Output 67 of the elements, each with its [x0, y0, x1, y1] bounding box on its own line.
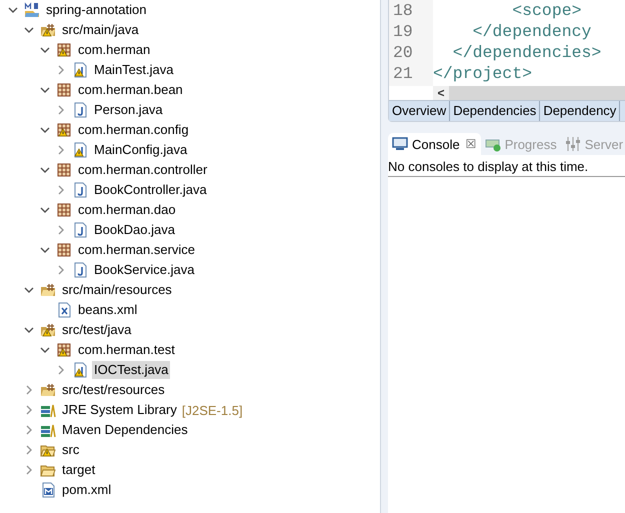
- collapse-chevron-icon[interactable]: [24, 325, 34, 335]
- expand-chevron-icon[interactable]: [24, 465, 34, 475]
- expand-chevron-icon[interactable]: [56, 65, 66, 75]
- console-message: No consoles to display at this time.: [388, 155, 625, 177]
- tree-item[interactable]: BookService.java: [92, 261, 196, 279]
- expand-chevron-icon[interactable]: [56, 105, 66, 115]
- expand-chevron-icon[interactable]: [56, 225, 66, 235]
- expand-chevron-icon[interactable]: [24, 405, 34, 415]
- tree-item[interactable]: src/main/java: [60, 21, 141, 39]
- tree-item[interactable]: com.herman.service: [76, 241, 198, 259]
- tree-item[interactable]: com.herman.config: [76, 121, 191, 139]
- line-number: 19: [392, 21, 414, 42]
- collapse-chevron-icon[interactable]: [40, 205, 50, 215]
- tree-item[interactable]: com.herman.test: [76, 341, 177, 359]
- editor-tab[interactable]: Dependencies: [450, 101, 540, 121]
- tree-item[interactable]: JRE System Library: [60, 401, 179, 419]
- tree-item[interactable]: MainTest.java: [92, 61, 176, 79]
- tree-item[interactable]: com.herman.dao: [76, 201, 178, 219]
- tree-item[interactable]: com.herman.controller: [76, 161, 210, 179]
- collapse-chevron-icon[interactable]: [40, 345, 50, 355]
- view-tab[interactable]: Console: [412, 136, 460, 152]
- collapse-chevron-icon[interactable]: [40, 45, 50, 55]
- code-line: </dependencies>: [452, 42, 602, 63]
- tree-item[interactable]: com.herman: [76, 41, 152, 59]
- close-icon[interactable]: ☒: [466, 137, 477, 151]
- expand-chevron-icon[interactable]: [56, 265, 66, 275]
- expand-chevron-icon[interactable]: [56, 365, 66, 375]
- collapse-chevron-icon[interactable]: [40, 85, 50, 95]
- code-line: <scope>: [511, 0, 583, 21]
- tree-item[interactable]: Maven Dependencies: [60, 421, 190, 439]
- code-line: </dependency: [472, 21, 592, 42]
- line-number: 20: [392, 42, 414, 63]
- expand-chevron-icon[interactable]: [56, 145, 66, 155]
- tree-item[interactable]: src: [60, 441, 82, 459]
- tree-item[interactable]: beans.xml: [76, 301, 140, 319]
- tree-item[interactable]: Person.java: [92, 101, 165, 119]
- expand-chevron-icon[interactable]: [24, 385, 34, 395]
- scroll-left-button[interactable]: <: [433, 86, 449, 100]
- tree-item[interactable]: com.herman.bean: [76, 81, 185, 99]
- tree-item[interactable]: BookDao.java: [92, 221, 177, 239]
- tree-item[interactable]: src/test/java: [60, 321, 134, 339]
- line-number: 21: [392, 63, 414, 84]
- tree-item[interactable]: src/main/resources: [60, 281, 174, 299]
- tree-item[interactable]: BookController.java: [92, 181, 209, 199]
- horizontal-scrollbar[interactable]: <: [433, 86, 625, 100]
- editor-tab[interactable]: Dependency: [540, 101, 620, 121]
- editor-tab[interactable]: Overview: [389, 101, 450, 121]
- line-number: 18: [392, 0, 414, 21]
- tree-item[interactable]: MainConfig.java: [92, 141, 190, 159]
- tree-item[interactable]: src/test/resources: [60, 381, 167, 399]
- version-label: [J2SE-1.5]: [182, 402, 243, 418]
- collapse-chevron-icon[interactable]: [40, 245, 50, 255]
- console-icon: [392, 136, 408, 152]
- tree-item[interactable]: pom.xml: [60, 481, 114, 499]
- code-line: </project>: [433, 63, 534, 84]
- tree-item[interactable]: target: [60, 461, 98, 479]
- expand-chevron-icon[interactable]: [24, 445, 34, 455]
- tree-item[interactable]: spring-annotation: [44, 1, 148, 19]
- expand-chevron-icon[interactable]: [56, 185, 66, 195]
- collapse-chevron-icon[interactable]: [24, 25, 34, 35]
- tree-item[interactable]: IOCTest.java: [92, 361, 170, 379]
- collapse-chevron-icon[interactable]: [40, 125, 50, 135]
- expand-chevron-icon[interactable]: [24, 425, 34, 435]
- collapse-chevron-icon[interactable]: [40, 165, 50, 175]
- collapse-chevron-icon[interactable]: [8, 5, 18, 15]
- sliders-icon: [564, 136, 581, 152]
- collapse-chevron-icon[interactable]: [24, 285, 34, 295]
